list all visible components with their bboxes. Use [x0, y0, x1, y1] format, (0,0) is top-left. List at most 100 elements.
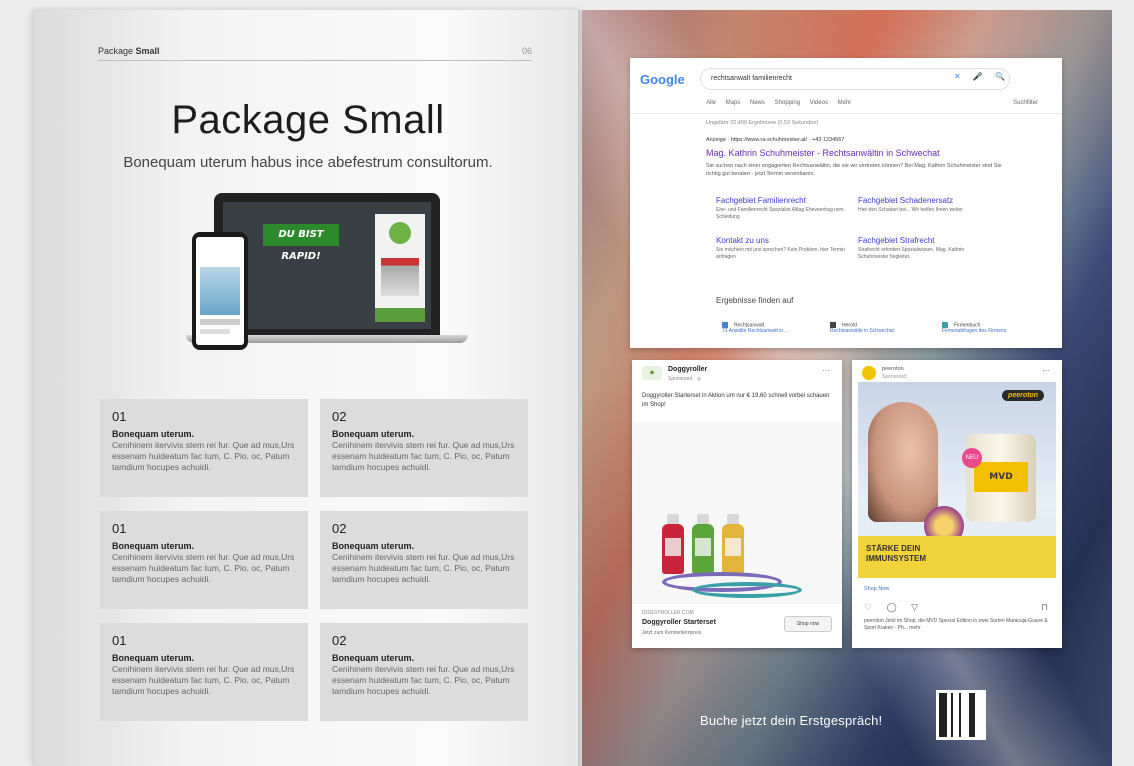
sitelink: Fachgebiet Familienrecht Ehe- und Famili…	[716, 196, 846, 221]
sitelink: Fachgebiet Strafrecht Strafrecht erforde…	[858, 236, 988, 261]
phone-image	[200, 267, 240, 315]
ad-url: DOGGYROLLER.COM	[642, 610, 694, 616]
bookmark-icon: ⊓	[1040, 602, 1048, 612]
caption: peeroton Jetzt im Shop, die MVD Special …	[864, 618, 1048, 631]
ad-label: Anzeige · https://www.ra-schuhmeister.at…	[706, 137, 845, 143]
card-text: Cenihinem itervivis stem rei fur. Que ad…	[112, 552, 295, 584]
card-text: Cenihinem itervivis stem rei fur. Que ad…	[112, 664, 295, 696]
ad-text: Doggyroller Starterset in Aktion um nur …	[642, 393, 830, 408]
google-logo: Google	[640, 72, 685, 87]
site-icon	[830, 322, 836, 328]
card-heading: Bonequam uterum.	[332, 429, 415, 439]
sitelink: Kontakt zu uns Sie möchten mit uns sprec…	[716, 236, 846, 261]
running-header: Package Small	[98, 46, 160, 56]
left-page: Package Small 06 Package Small Bonequam …	[34, 10, 582, 766]
qr-pattern	[939, 693, 983, 737]
result-chip: Firmenbuch Firmenabfragen des Firmens	[942, 322, 1006, 334]
search-tools: Suchfilter	[1012, 100, 1038, 106]
header-prefix: Package	[98, 46, 134, 56]
bottle-label	[725, 538, 741, 556]
product-can: MVD	[966, 434, 1036, 522]
card-text: Cenihinem itervivis stem rei fur. Que ad…	[332, 552, 515, 584]
laptop-screen: DU BIST RAPID!	[223, 202, 431, 329]
ad-image: peeroton MVD NEU STÄRKE DEIN IMMUNSYSTEM	[858, 382, 1056, 578]
right-page: Google rechtsanwalt familienrecht ✕ 🎤 🔍 …	[582, 10, 1112, 766]
sitelink-desc: Hier den Schaden bei... Wir helfen Ihnen…	[858, 207, 963, 213]
search-icons: ✕ 🎤 🔍	[954, 72, 1011, 81]
bottle-label	[665, 538, 681, 556]
card-number: 02	[332, 521, 347, 536]
mockup-bar	[375, 308, 425, 322]
shop-now-link: Shop Now	[864, 586, 890, 592]
result-count: Ungefähr 32.400 Ergebnisse (0,53 Sekunde…	[706, 120, 819, 126]
feature-card: 01 Bonequam uterum. Cenihinem itervivis …	[100, 623, 308, 721]
card-number: 01	[112, 633, 127, 648]
feature-card: 01 Bonequam uterum. Cenihinem itervivis …	[100, 511, 308, 609]
card-text: Cenihinem itervivis stem rei fur. Que ad…	[332, 664, 515, 696]
ad-headline: Doggyroller Starterset	[642, 619, 716, 626]
bottle-label	[695, 538, 711, 556]
header-rule	[98, 60, 532, 61]
google-search-screenshot: Google rechtsanwalt familienrecht ✕ 🎤 🔍 …	[630, 58, 1062, 348]
more-icon: ···	[822, 366, 830, 375]
card-heading: Bonequam uterum.	[112, 541, 195, 551]
feature-card: 02 Bonequam uterum. Cenihinem itervivis …	[320, 511, 528, 609]
woman-drinking-image	[868, 402, 938, 522]
more-icon: ···	[1042, 366, 1050, 375]
sitelink-desc: Ehe- und Familienrecht Spezialist Alltag…	[716, 207, 845, 220]
feature-card: 02 Bonequam uterum. Cenihinem itervivis …	[320, 623, 528, 721]
phone-mockup	[192, 232, 248, 350]
facebook-ad-mockup: ◆ Doggyroller Sponsored · ◎ ··· Doggyrol…	[632, 360, 842, 648]
header-bold: Small	[135, 46, 160, 56]
brand-avatar	[862, 366, 876, 380]
ad-headline: STÄRKE DEIN IMMUNSYSTEM	[866, 544, 926, 563]
can-label: MVD	[974, 462, 1028, 492]
bottle-green	[692, 514, 714, 574]
result-chip: Rechtsanwalt 73 Anwälte Rechtsanwalt in.…	[722, 322, 787, 334]
bottle-yellow	[722, 514, 744, 574]
qr-code-icon	[936, 690, 986, 740]
sitelink-title: Fachgebiet Strafrecht	[858, 236, 935, 245]
mockup-banner: DU BIST RAPID!	[263, 224, 339, 262]
machine-image	[381, 258, 419, 296]
phone-screen	[196, 237, 244, 345]
bottle-red	[662, 514, 684, 574]
sitelink-desc: Sie möchten mit uns sprechen? Kein Probl…	[716, 247, 845, 260]
chip-link: Rechtsanwälte in Schwechat	[830, 328, 894, 335]
sponsored-label: Sponsored · ◎	[668, 376, 701, 382]
chip-link: Firmenabfragen des Firmens	[942, 328, 1007, 335]
sitelink-desc: Strafrecht erfordert Spezialwissen. Mag.…	[858, 247, 965, 260]
sitelink-title: Fachgebiet Schadenersatz	[858, 196, 954, 205]
page-subtitle: Bonequam uterum habus ince abefestrum co…	[123, 154, 493, 171]
brand-name: peeroton	[882, 366, 904, 372]
feature-card: 02 Bonequam uterum. Cenihinem itervivis …	[320, 399, 528, 497]
mockup-sidebar-ad	[375, 214, 425, 322]
brand-name: Doggyroller	[668, 366, 708, 373]
feature-card: 01 Bonequam uterum. Cenihinem itervivis …	[100, 399, 308, 497]
card-heading: Bonequam uterum.	[112, 653, 195, 663]
phone-line	[200, 319, 240, 325]
results-heading: Ergebnisse finden auf	[716, 296, 794, 305]
card-number: 02	[332, 633, 347, 648]
card-number: 01	[112, 409, 127, 424]
brand-logo: ◆	[642, 366, 662, 380]
sitelink: Fachgebiet Schadenersatz Hier den Schade…	[858, 196, 988, 214]
card-text: Cenihinem itervivis stem rei fur. Que ad…	[332, 440, 515, 472]
ad-description: Sie suchen nach einer engagierten Rechts…	[706, 163, 1002, 177]
product-image	[632, 422, 842, 604]
call-to-action: Buche jetzt dein Erstgespräch!	[700, 713, 883, 728]
card-heading: Bonequam uterum.	[332, 541, 415, 551]
shop-now-button: Shop now	[784, 616, 832, 632]
site-icon	[942, 322, 948, 328]
search-tabs: Alle Maps News Shopping Videos Mehr	[706, 100, 852, 106]
leaf-logo-icon	[389, 222, 411, 244]
instagram-ad-mockup: peeroton Sponsored ··· peeroton MVD NEU …	[852, 360, 1062, 648]
ad-title: Mag. Kathrin Schuhmeister - Rechtsanwält…	[706, 148, 940, 158]
ad-subline: Jetzt zum Kennenlernpreis	[642, 630, 702, 636]
card-heading: Bonequam uterum.	[112, 429, 195, 439]
sitelink-title: Fachgebiet Familienrecht	[716, 196, 806, 205]
page-number: 06	[521, 46, 532, 56]
card-heading: Bonequam uterum.	[332, 653, 415, 663]
chip-link: 73 Anwälte Rechtsanwalt in...	[722, 328, 788, 335]
page-title: Package Small	[171, 98, 445, 142]
